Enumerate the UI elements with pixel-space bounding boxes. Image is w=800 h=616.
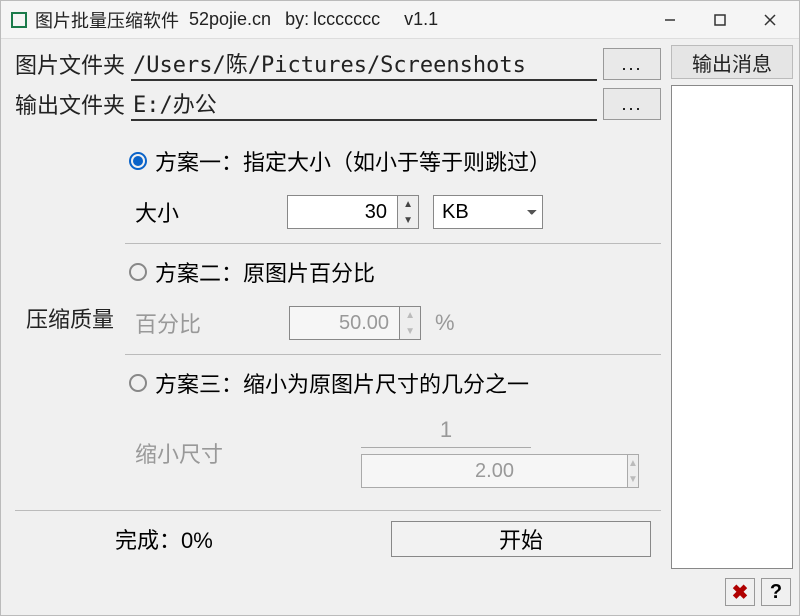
option1-label: 方案一：指定大小（如小于等于则跳过） (155, 145, 551, 177)
x-icon: ✖ (732, 580, 749, 605)
option3-label: 方案三：缩小为原图片尺寸的几分之一 (155, 367, 529, 399)
output-folder-label: 输出文件夹 (15, 88, 125, 120)
title-author-prefix: by: (285, 9, 309, 30)
start-button[interactable]: 开始 (391, 521, 651, 557)
fraction-control: 1 ▲▼ (361, 417, 531, 488)
fraction-numerator: 1 (361, 417, 531, 448)
title-author: lccccccc (313, 9, 380, 30)
title-site: 52pojie.cn (189, 9, 271, 30)
close-button[interactable] (745, 2, 795, 38)
shrink-label: 缩小尺寸 (135, 437, 223, 469)
pct-unit: % (435, 310, 455, 336)
option2-label: 方案二：原图片百分比 (155, 256, 375, 288)
spin-down-icon[interactable]: ▼ (398, 212, 418, 228)
pct-input (289, 306, 399, 340)
option3-radio[interactable] (129, 374, 147, 392)
pct-label: 百分比 (135, 307, 201, 339)
spin-down-icon: ▼ (400, 323, 420, 339)
maximize-icon (713, 13, 727, 27)
spin-up-icon: ▲ (628, 455, 638, 471)
source-folder-label: 图片文件夹 (15, 48, 125, 80)
option1-radio[interactable] (129, 152, 147, 170)
output-log-header: 输出消息 (671, 45, 793, 79)
app-window: 图片批量压缩软件 52pojie.cn by: lccccccc v1.1 图片… (0, 0, 800, 616)
unit-select[interactable]: KB (433, 195, 543, 229)
progress-label: 完成：0% (15, 523, 213, 555)
pct-spinner: ▲▼ (289, 306, 421, 340)
minimize-button[interactable] (645, 2, 695, 38)
titlebar: 图片批量压缩软件 52pojie.cn by: lccccccc v1.1 (1, 1, 799, 39)
fraction-denominator-input (361, 454, 627, 488)
output-folder-row: 输出文件夹 ... (15, 87, 661, 121)
maximize-button[interactable] (695, 2, 745, 38)
quality-section: 压缩质量 方案一：指定大小（如小于等于则跳过） 大小 ▲▼ (15, 133, 661, 502)
app-icon (11, 12, 27, 28)
size-input[interactable] (287, 195, 397, 229)
option2-radio[interactable] (129, 263, 147, 281)
source-folder-row: 图片文件夹 ... (15, 47, 661, 81)
spin-down-icon: ▼ (628, 471, 638, 487)
quality-section-label: 压缩质量 (15, 133, 125, 502)
source-folder-input[interactable] (131, 47, 597, 81)
size-spinner[interactable]: ▲▼ (287, 195, 419, 229)
output-log[interactable] (671, 85, 793, 569)
option2-group: 方案二：原图片百分比 百分比 ▲▼ % (125, 244, 661, 355)
help-button[interactable]: ? (761, 578, 791, 606)
output-browse-button[interactable]: ... (603, 88, 661, 120)
source-browse-button[interactable]: ... (603, 48, 661, 80)
side-panel: 输出消息 ✖ ? (671, 39, 799, 615)
option1-group: 方案一：指定大小（如小于等于则跳过） 大小 ▲▼ KB (125, 133, 661, 244)
output-folder-input[interactable] (131, 87, 597, 121)
option3-group: 方案三：缩小为原图片尺寸的几分之一 缩小尺寸 1 ▲▼ (125, 355, 661, 502)
footer-row: 完成：0% 开始 (15, 510, 661, 557)
main-panel: 图片文件夹 ... 输出文件夹 ... 压缩质量 方案一：指定大小（如小于等于则… (1, 39, 671, 615)
size-label: 大小 (135, 196, 179, 228)
title-app-name: 图片批量压缩软件 (35, 7, 179, 33)
spin-up-icon: ▲ (400, 307, 420, 323)
spin-up-icon[interactable]: ▲ (398, 196, 418, 212)
close-icon (763, 13, 777, 27)
minimize-icon (663, 13, 677, 27)
help-icon: ? (770, 581, 782, 604)
title-version: v1.1 (404, 9, 438, 30)
clear-log-button[interactable]: ✖ (725, 578, 755, 606)
